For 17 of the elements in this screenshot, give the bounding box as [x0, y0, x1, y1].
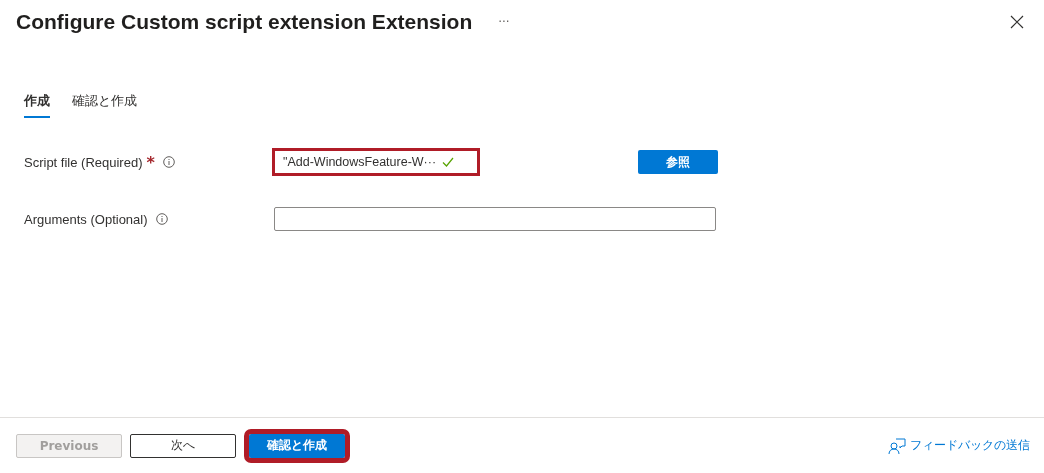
- required-mark: *: [146, 152, 155, 172]
- feedback-link[interactable]: フィードバックの送信: [888, 436, 1030, 455]
- info-icon[interactable]: [162, 156, 175, 168]
- tab[interactable]: 作成: [24, 92, 50, 118]
- next-button[interactable]: 次へ: [130, 433, 236, 458]
- window-title: Configure Custom script extension Extension: [16, 10, 473, 34]
- arguments-field[interactable]: [274, 207, 716, 231]
- more-button[interactable]: ···: [498, 15, 510, 29]
- field-label: Arguments (Optional): [24, 211, 148, 227]
- tab[interactable]: 確認と作成: [72, 92, 137, 118]
- field-label: Script file (Required): [24, 154, 143, 170]
- browse-button[interactable]: 参照: [638, 150, 718, 174]
- script-file-field[interactable]: "Add-WindowsFeature-W···: [272, 148, 480, 176]
- close-icon[interactable]: [1010, 15, 1024, 29]
- info-icon[interactable]: [155, 213, 168, 225]
- feedback-text: フィードバックの送信: [910, 437, 1030, 454]
- feedback-icon: [888, 436, 906, 455]
